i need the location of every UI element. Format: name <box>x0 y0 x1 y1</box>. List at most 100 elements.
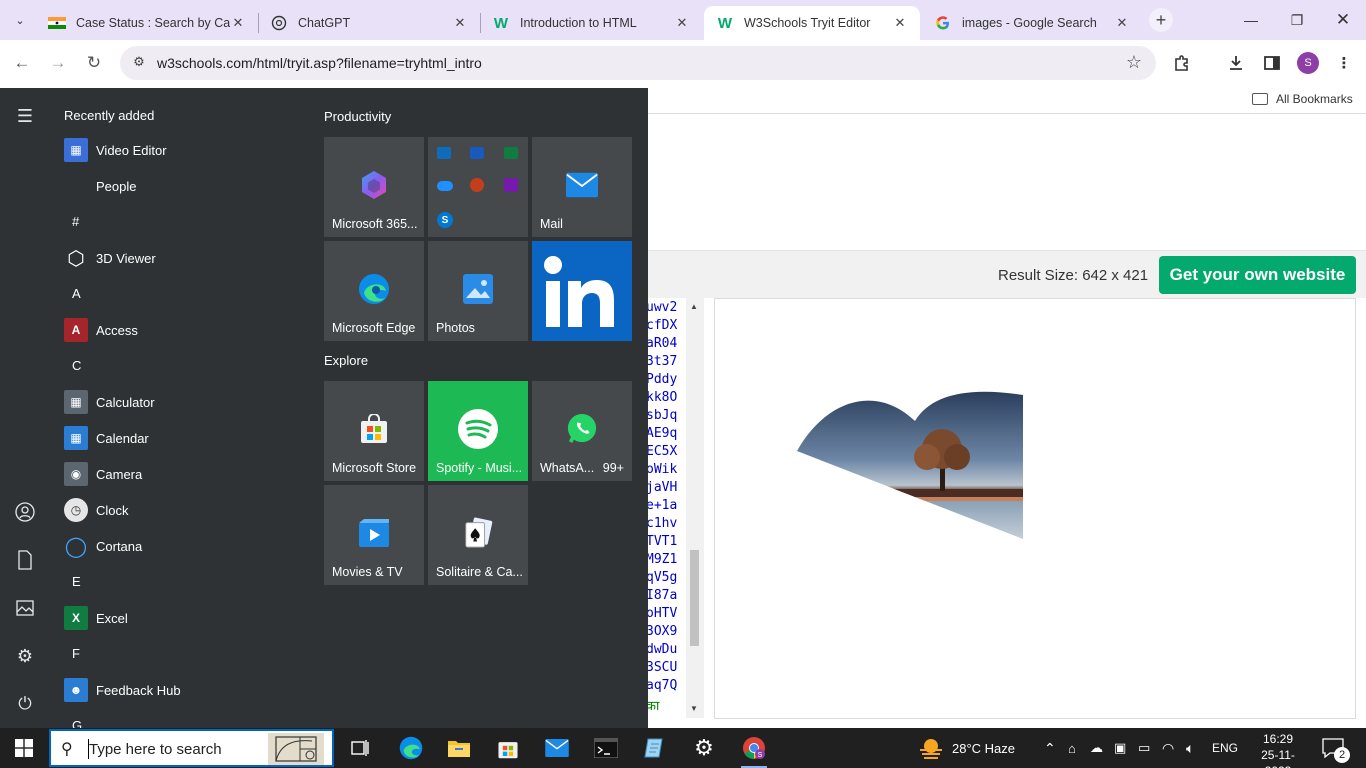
tab-tryit-editor[interactable]: W W3Schools Tryit Editor ✕ <box>704 6 920 40</box>
close-icon[interactable]: ✕ <box>1114 15 1130 31</box>
code-line[interactable]: dwDu <box>646 642 677 657</box>
file-explorer-icon[interactable] <box>441 732 477 764</box>
tile-office-folder[interactable]: S <box>428 137 528 237</box>
volume-icon[interactable]: 🔈︎ <box>1186 728 1194 768</box>
code-line[interactable]: e+1a <box>646 498 677 513</box>
windows-start-button[interactable] <box>0 728 48 768</box>
search-highlight-image[interactable] <box>268 733 324 765</box>
extensions-icon[interactable] <box>1170 51 1194 75</box>
app-list-item-3d-viewer[interactable]: ⬡ 3D Viewer <box>64 243 304 273</box>
tile-mail[interactable]: Mail <box>532 137 632 237</box>
tile-linkedin[interactable] <box>532 241 632 341</box>
pictures-icon[interactable] <box>13 596 37 620</box>
reload-icon[interactable]: ↻ <box>80 49 108 77</box>
app-list-letter-header[interactable]: # <box>72 214 79 229</box>
app-list-item-clock[interactable]: ◷ Clock <box>64 495 304 525</box>
tile-microsoft-edge[interactable]: Microsoft Edge <box>324 241 424 341</box>
close-icon[interactable]: ✕ <box>674 15 690 31</box>
power-icon[interactable]: ⏻ <box>13 692 37 716</box>
close-icon[interactable]: ✕ <box>452 15 468 31</box>
restore-icon[interactable]: ❐ <box>1274 0 1320 40</box>
tab-case-status[interactable]: Case Status : Search by Case ✕ <box>36 6 258 40</box>
result-iframe[interactable] <box>714 298 1356 719</box>
bookmark-star-icon[interactable]: ☆ <box>1126 52 1142 73</box>
app-list-item-excel[interactable]: X Excel <box>64 603 304 633</box>
scroll-down-arrow-icon[interactable]: ▼ <box>690 704 698 713</box>
tile-photos[interactable]: Photos <box>428 241 528 341</box>
wifi-icon[interactable]: ◠ <box>1162 728 1174 768</box>
forward-arrow-icon[interactable]: → <box>44 49 72 77</box>
tile-movies-tv[interactable]: Movies & TV <box>324 485 424 585</box>
scroll-up-arrow-icon[interactable]: ▲ <box>690 302 698 311</box>
get-your-own-website-button[interactable]: Get your own website <box>1159 256 1356 294</box>
weather-widget[interactable]: 28°C Haze <box>918 728 1015 768</box>
scrollbar-thumb[interactable] <box>690 550 699 646</box>
tile-microsoft-store[interactable]: Microsoft Store <box>324 381 424 481</box>
code-line[interactable]: M9Z1 <box>646 552 677 567</box>
show-hidden-icons-chevron-icon[interactable]: ⌃ <box>1044 728 1056 768</box>
meet-now-icon[interactable]: ▣ <box>1114 728 1126 768</box>
tile-spotify[interactable]: Spotify - Musi... <box>428 381 528 481</box>
app-list-item-access[interactable]: A Access <box>64 315 304 345</box>
app-list-item-camera[interactable]: ◉ Camera <box>64 459 304 489</box>
download-icon[interactable] <box>1224 51 1248 75</box>
new-tab-button[interactable]: + <box>1149 8 1173 32</box>
notepad-icon[interactable] <box>637 732 673 764</box>
app-list-item-video-editor[interactable]: ▦ Video Editor <box>64 135 304 165</box>
tile-microsoft-365[interactable]: Microsoft 365... <box>324 137 424 237</box>
task-view-icon[interactable] <box>342 732 378 764</box>
edge-taskbar-icon[interactable] <box>393 732 429 764</box>
code-line[interactable]: का <box>646 696 659 714</box>
app-list-letter-header[interactable]: E <box>72 574 81 589</box>
tab-introduction-html[interactable]: W Introduction to HTML ✕ <box>480 6 702 40</box>
code-line[interactable]: c1hv <box>646 516 677 531</box>
user-account-icon[interactable] <box>13 500 37 524</box>
site-info-icon[interactable]: ⚙ <box>130 54 148 72</box>
tile-solitaire[interactable]: Solitaire & Ca... <box>428 485 528 585</box>
code-scrollbar[interactable]: ▲ ▼ <box>686 298 704 718</box>
app-list-item-people[interactable]: People <box>64 171 304 201</box>
app-list-item-feedback-hub[interactable]: ☻ Feedback Hub <box>64 675 304 705</box>
code-line[interactable]: Pddy <box>646 372 677 387</box>
code-line[interactable]: 3t37 <box>646 354 677 369</box>
url-text[interactable]: w3schools.com/html/tryit.asp?filename=tr… <box>157 55 482 71</box>
code-line[interactable]: aq7Q <box>646 678 677 693</box>
code-line[interactable]: sbJq <box>646 408 677 423</box>
tile-whatsapp[interactable]: WhatsA... 99+ <box>532 381 632 481</box>
app-list-letter-header[interactable]: C <box>72 358 81 373</box>
close-icon[interactable]: ✕ <box>892 15 908 31</box>
side-panel-icon[interactable] <box>1260 51 1284 75</box>
tab-chatgpt[interactable]: ChatGPT ✕ <box>258 6 480 40</box>
tab-search-chevron-icon[interactable]: ⌄ <box>8 8 32 32</box>
mail-taskbar-icon[interactable] <box>539 732 575 764</box>
code-line[interactable]: TVT1 <box>646 534 677 549</box>
documents-icon[interactable] <box>13 548 37 572</box>
close-icon[interactable]: ✕ <box>230 15 246 31</box>
code-line[interactable]: cfDX <box>646 318 677 333</box>
tray-app-icon[interactable]: ⌂ <box>1068 728 1076 768</box>
code-line[interactable]: qV5g <box>646 570 677 585</box>
microsoft-store-taskbar-icon[interactable] <box>490 732 526 764</box>
more-menu-icon[interactable]: ⋮ <box>1332 51 1356 75</box>
taskbar-search-input[interactable]: ⚲ Type here to search <box>49 729 334 767</box>
back-arrow-icon[interactable]: ← <box>8 49 36 77</box>
tab-google-images[interactable]: images - Google Search ✕ <box>922 6 1142 40</box>
close-window-icon[interactable]: ✕ <box>1320 0 1366 40</box>
code-line[interactable]: jaVH <box>646 480 677 495</box>
code-line[interactable]: AE9q <box>646 426 677 441</box>
settings-gear-icon[interactable]: ⚙ <box>13 644 37 668</box>
code-line[interactable]: I87a <box>646 588 677 603</box>
clock[interactable]: 16:29 25-11-2023 <box>1250 731 1306 768</box>
all-bookmarks-button[interactable]: All Bookmarks <box>1252 92 1353 106</box>
minimize-icon[interactable]: — <box>1228 0 1274 40</box>
code-line[interactable]: uwv2 <box>646 300 677 315</box>
code-line[interactable]: 3SCU <box>646 660 677 675</box>
hamburger-menu-icon[interactable]: ☰ <box>13 104 37 128</box>
profile-avatar[interactable]: S <box>1297 52 1319 74</box>
terminal-icon[interactable] <box>588 732 624 764</box>
chrome-taskbar-icon[interactable]: S <box>736 732 772 764</box>
code-line[interactable]: kk8O <box>646 390 677 405</box>
code-line[interactable]: oHTV <box>646 606 677 621</box>
app-list-item-calendar[interactable]: ▦ Calendar <box>64 423 304 453</box>
code-line[interactable]: oWik <box>646 462 677 477</box>
